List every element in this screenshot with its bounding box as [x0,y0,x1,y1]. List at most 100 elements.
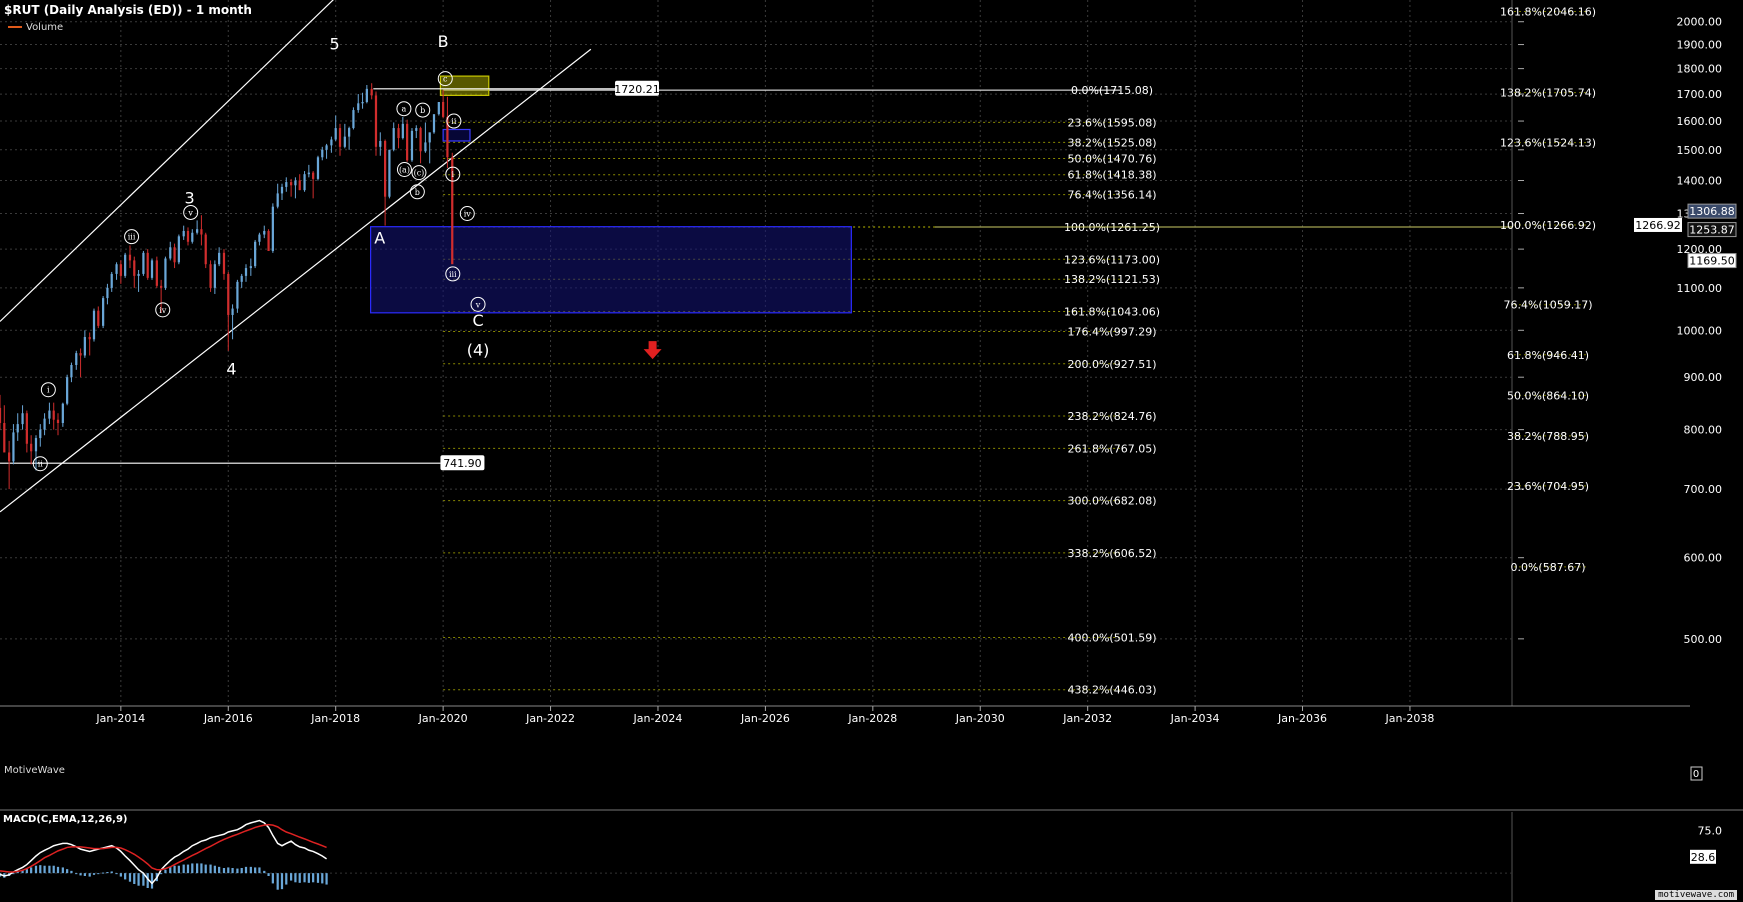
macd-title: MACD(C,EMA,12,26,9) [3,814,128,825]
fib-left-label: 61.8%(1418.38) [1067,169,1156,182]
macd-histogram-bar [325,873,328,885]
candle-body [169,247,172,259]
macd-histogram-bar [263,870,266,874]
macd-histogram-bar [254,867,257,874]
price-chart[interactable]: 2000.00 1900.00 1800.00 1700.00 1600.00 1500.… [0,0,1743,808]
macd-histogram-bar [150,873,154,889]
candle-body [150,260,154,278]
y-tick-label: 1000.00 [1677,324,1723,337]
candle-body [437,101,440,115]
candle-body [271,206,274,251]
candle-body [442,101,445,117]
candle-body [343,136,346,147]
y-tick-label: 900.00 [1684,371,1723,384]
fib-right-label: 0.0%(587.67) [1510,561,1585,574]
candle-body [330,139,333,146]
macd-histogram-bar [25,869,28,874]
candle-body [160,285,163,288]
wave-label: 5 [330,34,340,53]
candle-body [182,230,185,237]
macd-histogram-bar [92,873,96,875]
candle-body [173,247,176,263]
macd-histogram-bar [3,873,6,878]
macd-histogram-bar [48,865,51,874]
candle-body [401,123,404,139]
candle-body [334,128,337,140]
candle-body [338,128,342,147]
candle-body [21,413,24,425]
macd-histogram-bar [146,873,149,888]
macd-histogram-bar [249,866,252,874]
macd-histogram-bar [79,873,82,876]
macd-histogram-bar [267,873,270,876]
macd-histogram-bar [213,865,216,874]
macd-histogram-bar [204,864,207,874]
candle-body [276,193,279,207]
candle-body [3,422,6,453]
macd-histogram-bar [66,869,69,874]
upper-channel-line [0,0,334,322]
wave-circle-label: ii [451,117,457,126]
candle-body [307,172,310,175]
candle-body [43,418,46,430]
macd-histogram-bar [133,873,136,884]
y-tick-label: 800.00 [1684,424,1723,437]
candle-body [34,438,38,452]
candle-body [213,264,216,288]
macd-histogram-bar [70,870,73,874]
candle-body [222,252,226,274]
fib-right-value-tag-label: 1266.92 [1635,219,1681,232]
candle-body [92,310,96,340]
candle-body [110,273,113,288]
candle-body [357,103,360,111]
candle-body [124,254,127,276]
macd-histogram-bar [290,873,293,881]
candle-body [410,130,414,161]
candle-body [115,264,118,274]
candle-body [432,114,436,133]
macd-histogram-bar [164,869,167,874]
candle-body [133,260,136,276]
x-tick-label: Jan-2014 [95,712,145,725]
candle-body [285,182,288,187]
wave-circle-label: b [415,188,420,197]
fib-left-label: 123.6%(1173.00) [1064,253,1160,266]
candle-body [244,268,248,276]
wave-circle-label: iv [464,209,472,218]
fib-left-label: 161.8%(1043.06) [1064,306,1160,319]
candle-body [16,424,19,433]
macd-histogram-bar [43,865,46,874]
macd-histogram-bar [231,868,234,874]
macd-histogram-bar [56,866,60,874]
candle-body [177,236,180,263]
right-axis-tag-label: 1306.88 [1689,205,1735,218]
candle-body [397,128,400,139]
macd-histogram-bar [39,865,42,874]
candle-body [384,140,387,197]
volume-legend: Volume [8,22,63,33]
fib-right-label: 138.2%(1705.74) [1500,87,1596,100]
fib-left-label: 300.0%(682.08) [1067,495,1156,508]
candle-body [196,229,199,233]
candle-body [428,132,431,143]
candle-body [186,230,190,242]
macd-histogram-bar [312,873,315,883]
volume-legend-label: Volume [26,22,64,33]
macd-histogram-bar [128,873,132,882]
x-tick-label: Jan-2022 [525,712,575,725]
macd-histogram-bar [244,866,248,874]
candle-body [361,101,364,104]
fib-left-label: 438.2%(446.03) [1067,684,1156,697]
macd-histogram-bar [34,865,38,874]
chart-window: { "header": { "title": "$RUT (Daily Anal… [0,0,1743,902]
x-tick-label: Jan-2032 [1062,712,1112,725]
macd-histogram-bar [186,864,190,874]
candle-body [209,264,212,288]
x-tick-label: Jan-2026 [740,712,790,725]
macd-histogram-bar [177,865,180,874]
macd-y-tick-label: 75.0 [1698,824,1723,837]
macd-histogram-bar [182,864,185,874]
macd-histogram-bar [276,873,279,890]
macd-histogram-bar [258,867,261,874]
candle-body [236,281,239,309]
